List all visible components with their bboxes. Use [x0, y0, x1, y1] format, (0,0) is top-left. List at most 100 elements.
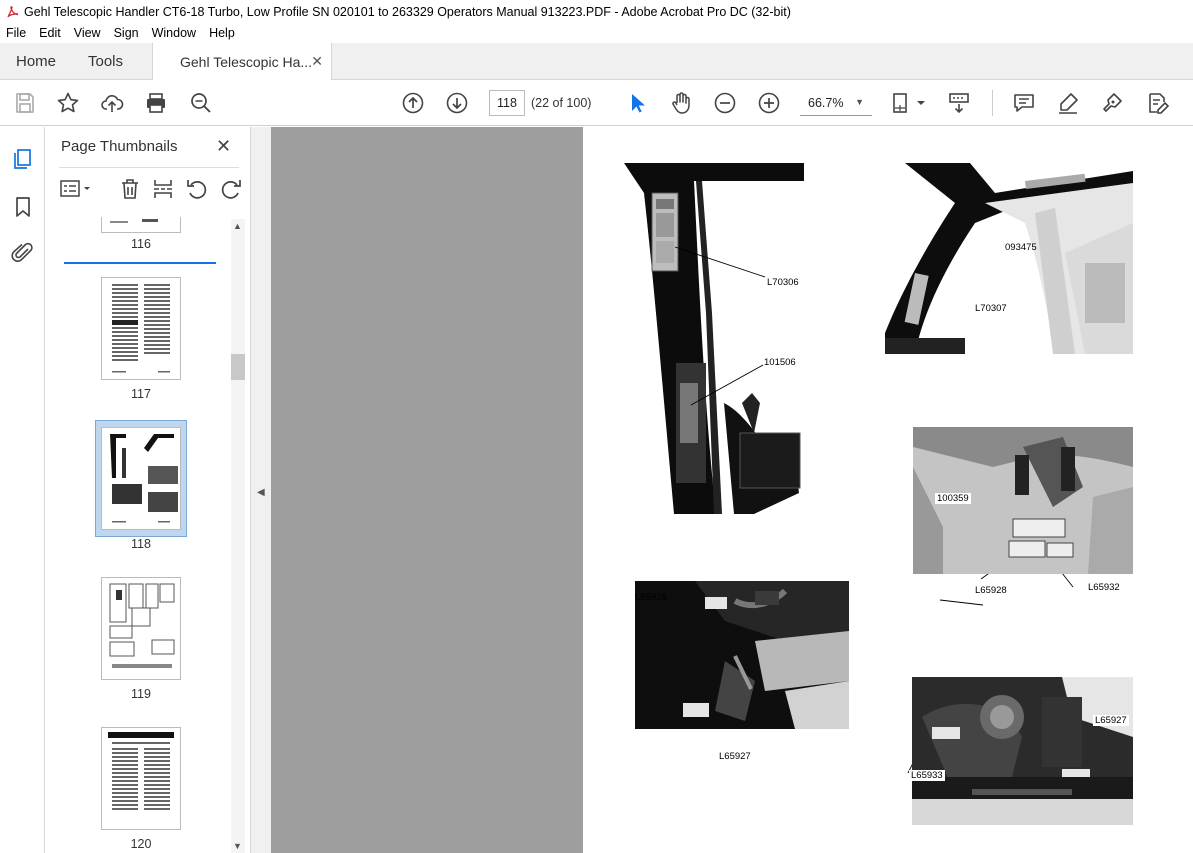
navigation-rail — [0, 127, 45, 853]
minus-circle-icon — [714, 92, 736, 114]
toolbar-divider — [992, 90, 993, 116]
hand-icon — [672, 92, 690, 114]
thumbnail-page-selected[interactable] — [101, 427, 181, 530]
callout-label: L65932 — [1088, 582, 1120, 593]
photo-engine-compartment — [912, 677, 1133, 825]
panel-splitter[interactable]: ◀ — [251, 127, 271, 853]
page-thumbnails-button[interactable] — [11, 147, 35, 171]
zoom-level-select[interactable]: 66.7% ▼ — [800, 90, 872, 116]
callout-label: L70306 — [767, 277, 799, 288]
thumbnail-list: 116 117 118 119 120 — [45, 217, 231, 853]
fountain-pen-sign-icon — [1103, 93, 1122, 112]
thumbnail-label: 119 — [131, 687, 151, 701]
menu-sign[interactable]: Sign — [114, 26, 139, 40]
print-button[interactable] — [143, 91, 169, 115]
collapse-panel-icon[interactable]: ◀ — [257, 487, 265, 498]
delete-pages-button[interactable] — [118, 177, 142, 201]
callout-label: 100359 — [935, 493, 971, 504]
insert-page-icon — [154, 180, 172, 198]
close-tab-icon[interactable]: ✕ — [311, 53, 323, 70]
tab-tools[interactable]: Tools — [88, 43, 123, 80]
thumbnail-page[interactable] — [101, 217, 181, 233]
page-number-input[interactable]: 118 — [489, 90, 525, 116]
thumbnail-options-button[interactable] — [59, 177, 93, 201]
drop-indicator — [64, 262, 216, 264]
comment-icon — [1014, 94, 1034, 112]
menu-edit[interactable]: Edit — [39, 26, 61, 40]
bookmark-star-button[interactable] — [55, 91, 81, 115]
select-tool-button[interactable] — [624, 91, 650, 115]
thumbnail-label: 118 — [131, 537, 151, 551]
pdf-page: L70306 101506 093475 L70307 100359 L6592… — [583, 127, 1193, 853]
fit-page-icon — [893, 93, 925, 113]
scroll-up-icon[interactable]: ▲ — [233, 221, 242, 231]
page-display-button[interactable] — [890, 91, 930, 115]
next-page-button[interactable] — [444, 91, 470, 115]
thumbnail-preview — [108, 732, 174, 810]
menu-file[interactable]: File — [6, 26, 26, 40]
save-button[interactable] — [12, 91, 38, 115]
scroll-mode-icon — [949, 93, 969, 114]
thumbnail-label: 116 — [131, 237, 151, 251]
arrow-up-circle-icon — [402, 92, 424, 114]
close-panel-icon[interactable]: ✕ — [216, 136, 231, 157]
thumbnail-preview — [109, 583, 175, 668]
tab-home[interactable]: Home — [16, 43, 56, 80]
chevron-down-icon: ▼ — [855, 97, 864, 107]
zoom-level-value: 66.7% — [808, 95, 844, 110]
rotate-clockwise-button[interactable] — [219, 177, 243, 201]
callout-label: L65928 — [635, 592, 667, 603]
arrow-down-circle-icon — [446, 92, 468, 114]
thumbnail-scrollbar[interactable]: ▲ ▼ — [231, 219, 245, 853]
callout-label: 093475 — [1005, 242, 1037, 253]
thumbnail-label: 120 — [130, 837, 152, 851]
plus-circle-icon — [758, 92, 780, 114]
menu-help[interactable]: Help — [209, 26, 235, 40]
options-list-icon — [60, 180, 90, 197]
menu-view[interactable]: View — [74, 26, 101, 40]
zoom-in-button[interactable] — [756, 91, 782, 115]
sign-button[interactable] — [1099, 91, 1125, 115]
printer-icon — [147, 93, 165, 113]
save-icon — [16, 93, 34, 113]
panel-title: Page Thumbnails — [61, 138, 178, 155]
thumbnail-page[interactable] — [101, 277, 181, 380]
edit-pdf-button[interactable] — [1144, 91, 1170, 115]
window-title: Gehl Telescopic Handler CT6-18 Turbo, Lo… — [24, 4, 791, 19]
edit-document-icon — [1149, 93, 1169, 114]
find-button[interactable] — [188, 91, 214, 115]
magnifier-icon — [191, 93, 211, 113]
menu-bar: File Edit View Sign Window Help — [0, 23, 1193, 43]
tab-bar: Home Tools Gehl Telescopic Ha... ✕ — [0, 43, 1193, 81]
rotate-counterclockwise-button[interactable] — [185, 177, 209, 201]
document-viewer[interactable]: L70306 101506 093475 L70307 100359 L6592… — [271, 127, 1193, 853]
attachments-button[interactable] — [11, 241, 35, 265]
scroll-mode-button[interactable] — [946, 91, 972, 115]
cloud-upload-icon — [101, 95, 124, 112]
previous-page-button[interactable] — [400, 91, 426, 115]
upload-button[interactable] — [99, 91, 125, 115]
highlight-button[interactable] — [1055, 91, 1081, 115]
thumbnail-preview — [112, 284, 170, 373]
star-icon — [57, 92, 79, 113]
thumbnail-label: 117 — [131, 387, 151, 401]
bookmark-icon — [16, 197, 30, 217]
pages-icon — [14, 149, 31, 169]
zoom-out-button[interactable] — [712, 91, 738, 115]
scroll-down-icon[interactable]: ▼ — [233, 841, 242, 851]
trash-icon — [122, 179, 138, 199]
hand-tool-button[interactable] — [668, 91, 694, 115]
scrollbar-thumb[interactable] — [231, 354, 245, 380]
menu-window[interactable]: Window — [152, 26, 196, 40]
cursor-arrow-icon — [632, 94, 645, 113]
tab-document-label: Gehl Telescopic Ha... — [180, 54, 313, 70]
bookmarks-button[interactable] — [11, 195, 35, 219]
rotate-left-icon — [187, 180, 207, 199]
tab-document[interactable]: Gehl Telescopic Ha... ✕ — [152, 43, 332, 81]
callout-label: L65927 — [1093, 715, 1129, 726]
photo-cab-roof — [885, 163, 1133, 354]
thumbnail-page[interactable] — [101, 727, 181, 830]
thumbnail-page[interactable] — [101, 577, 181, 680]
comment-button[interactable] — [1011, 91, 1037, 115]
insert-page-button[interactable] — [151, 177, 175, 201]
